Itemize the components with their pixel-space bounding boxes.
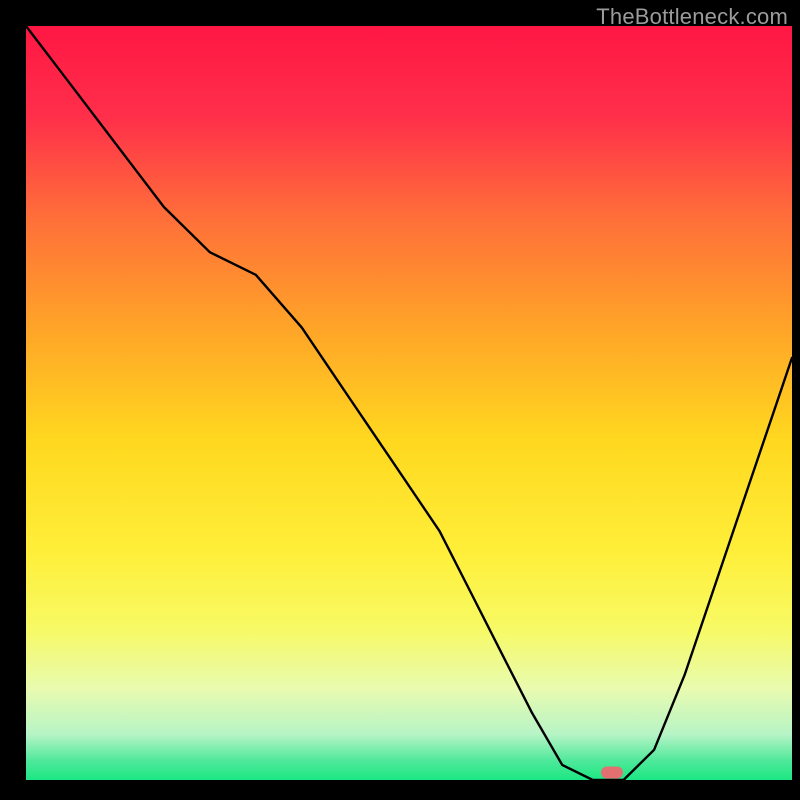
bottleneck-chart: [0, 0, 800, 800]
optimal-marker: [601, 766, 623, 778]
watermark-text: TheBottleneck.com: [596, 4, 788, 30]
plot-area: [26, 26, 792, 780]
chart-container: TheBottleneck.com: [0, 0, 800, 800]
